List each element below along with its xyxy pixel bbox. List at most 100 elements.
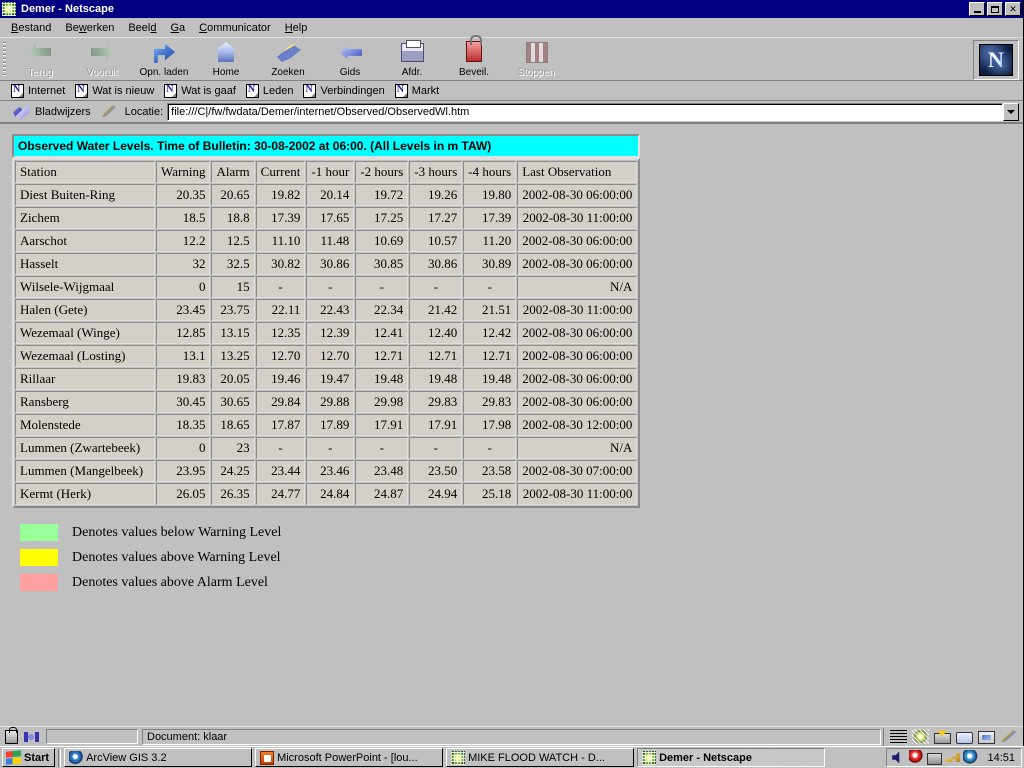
link-markt[interactable]: Markt: [393, 83, 448, 98]
home-button[interactable]: Home: [195, 38, 257, 80]
cell-station: Wezemaal (Losting): [15, 345, 155, 367]
toolbar-grip[interactable]: [0, 38, 9, 80]
cell-level-0: 19.82: [255, 184, 306, 206]
cell-level-0: 29.84: [255, 391, 306, 413]
cell-level-2: 29.98: [355, 391, 409, 413]
guide-icon: [335, 40, 365, 66]
security-button[interactable]: Beveil.: [443, 35, 505, 80]
table-body: Diest Buiten-Ring 20.35 20.65 19.82 20.14 19.…: [15, 184, 638, 505]
search-button[interactable]: Zoeken: [257, 38, 319, 80]
cell-level-0: 23.44: [255, 460, 306, 482]
legend-row: Denotes values above Alarm Level: [12, 570, 1021, 595]
windows-taskbar: Start ArcView GIS 3.2 Microsoft PowerPoi…: [0, 746, 1024, 768]
legend: Denotes values below Warning Level Denote…: [12, 520, 1021, 595]
network-icon[interactable]: [927, 752, 943, 765]
netscape-logo-button[interactable]: N: [973, 40, 1019, 80]
menu-bewerken[interactable]: Bewerken: [58, 20, 121, 36]
close-button[interactable]: ✕: [1005, 2, 1021, 16]
globe-red-icon[interactable]: [909, 750, 925, 765]
task-arcview-label: ArcView GIS 3.2: [86, 751, 167, 764]
grip-icon[interactable]: [890, 730, 907, 743]
link-internet[interactable]: Internet: [9, 83, 73, 98]
mailbox-icon[interactable]: [934, 730, 951, 744]
cell-level-3: 10.57: [409, 230, 463, 252]
globe-blue-icon[interactable]: [963, 750, 979, 765]
cell-warning: 26.05: [156, 483, 211, 505]
link-leden[interactable]: Leden: [244, 83, 302, 98]
cell-alarm: 32.5: [211, 253, 255, 275]
forward-button[interactable]: Vooruit: [71, 38, 133, 80]
cell-station: Wezemaal (Winge): [15, 322, 155, 344]
cell-station: Kermt (Herk): [15, 483, 155, 505]
start-button-label: Start: [24, 751, 50, 764]
cell-alarm: 24.25: [211, 460, 255, 482]
key-icon[interactable]: [945, 753, 961, 762]
speaker-icon[interactable]: [892, 751, 900, 764]
col-h4: -4 hours: [463, 161, 517, 183]
menu-bestand[interactable]: Bestand: [4, 20, 58, 36]
bookmarks-button[interactable]: Bladwijzers: [9, 104, 95, 119]
task-mike-flood-watch[interactable]: MIKE FLOOD WATCH - D...: [446, 748, 635, 767]
link-leden-label: Leden: [262, 84, 294, 97]
link-wat-is-nieuw[interactable]: Wat is nieuw: [73, 83, 162, 98]
cell-level-2: -: [355, 276, 409, 298]
cell-station: Aarschot: [15, 230, 155, 252]
cell-level-1: -: [306, 437, 355, 459]
table-row: Aarschot 12.2 12.5 11.10 11.48 10.69 10.57 11.2…: [15, 230, 638, 252]
cell-level-3: 19.48: [409, 368, 463, 390]
cell-last-observation: 2002-08-30 06:00:00: [517, 253, 638, 275]
menu-communicator[interactable]: Communicator: [192, 20, 278, 36]
cell-level-2: -: [355, 437, 409, 459]
water-levels-table: Observed Water Levels. Time of Bulletin:…: [12, 134, 641, 508]
navigator-icon[interactable]: [912, 729, 929, 744]
col-h2: -2 hours: [355, 161, 409, 183]
legend-label: Denotes values above Alarm Level: [72, 574, 268, 590]
cell-level-0: 17.87: [255, 414, 306, 436]
table-row: Wezemaal (Winge) 12.85 13.15 12.35 12.39 12.4…: [15, 322, 638, 344]
home-icon: [211, 40, 241, 66]
back-button[interactable]: Terug: [9, 38, 71, 80]
guide-button[interactable]: Gids: [319, 38, 381, 80]
menu-help[interactable]: Help: [278, 20, 315, 36]
location-label: Locatie:: [124, 105, 164, 118]
cell-station: Hasselt: [15, 253, 155, 275]
cell-alarm: 13.15: [211, 322, 255, 344]
stop-button[interactable]: Stoppen: [505, 38, 567, 80]
conference-icon[interactable]: [1001, 729, 1017, 743]
cell-last-observation: 2002-08-30 12:00:00: [517, 414, 638, 436]
cell-station: Lummen (Zwartebeek): [15, 437, 155, 459]
navigation-toolbar: Terug Vooruit Opn. laden Home Zoeken Gid…: [0, 35, 1023, 81]
discussions-icon[interactable]: [956, 731, 973, 744]
cell-level-1: 12.39: [306, 322, 355, 344]
restore-button[interactable]: [987, 2, 1003, 16]
taskbar-clock[interactable]: 14:51: [985, 752, 1017, 764]
edit-pencil-icon[interactable]: [102, 104, 116, 118]
task-demer-netscape[interactable]: Demer - Netscape: [637, 748, 826, 767]
url-input[interactable]: file:///C|/fw/fwdata/Demer/internet/Obse…: [167, 102, 1003, 121]
reload-button[interactable]: Opn. laden: [133, 38, 195, 80]
arcview-icon: [69, 750, 84, 765]
security-padlock-icon[interactable]: [2, 726, 20, 745]
menu-ga[interactable]: Ga: [163, 20, 192, 36]
link-markt-label: Markt: [411, 84, 440, 97]
chevron-down-icon: [1007, 109, 1015, 114]
cell-alarm: 13.25: [211, 345, 255, 367]
minimize-button[interactable]: [969, 2, 985, 16]
print-button[interactable]: Afdr.: [381, 38, 443, 80]
composer-icon[interactable]: [978, 730, 995, 744]
table-row: Ransberg 30.45 30.65 29.84 29.88 29.98 29.83 29…: [15, 391, 638, 413]
cell-level-3: 17.91: [409, 414, 463, 436]
task-powerpoint[interactable]: Microsoft PowerPoint - [lou...: [255, 748, 444, 767]
cell-last-observation: 2002-08-30 06:00:00: [517, 230, 638, 252]
url-dropdown-button[interactable]: [1003, 102, 1019, 121]
menu-beeld[interactable]: Beeld: [121, 20, 163, 36]
cell-station: Diest Buiten-Ring: [15, 184, 155, 206]
task-arcview[interactable]: ArcView GIS 3.2: [64, 748, 253, 767]
cell-level-4: 23.58: [463, 460, 517, 482]
link-verbindingen[interactable]: Verbindingen: [301, 83, 392, 98]
link-wat-is-gaaf[interactable]: Wat is gaaf: [162, 83, 244, 98]
cell-station: Molenstede: [15, 414, 155, 436]
taskbar-separator: [58, 748, 62, 767]
start-button[interactable]: Start: [2, 748, 56, 767]
page-icon: [394, 83, 408, 98]
